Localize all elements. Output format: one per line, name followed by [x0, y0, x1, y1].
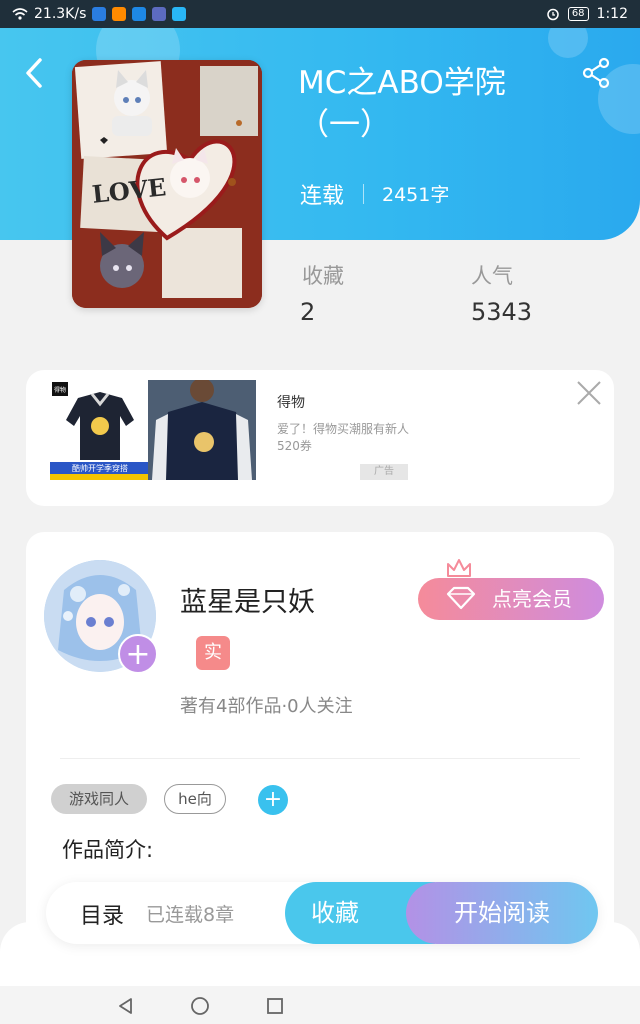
close-icon	[577, 381, 601, 405]
back-button[interactable]	[22, 56, 52, 92]
verified-badge: 实	[196, 636, 230, 670]
serial-status: 连载	[300, 184, 345, 209]
wifi-icon	[12, 8, 28, 20]
ad-image-model	[148, 380, 256, 480]
crown-icon	[447, 559, 471, 577]
clock: 1:12	[596, 6, 628, 22]
app-notification-icon	[112, 7, 127, 21]
intro-label: 作品简介:	[62, 838, 154, 862]
popularity-label: 人气	[471, 264, 513, 288]
app-notification-icon	[132, 7, 147, 21]
author-name[interactable]: 蓝星是只妖	[180, 580, 315, 619]
ad-image-caption: 酷帅开学季穿搭	[72, 463, 128, 473]
nav-back-icon[interactable]	[116, 996, 136, 1016]
app-notification-icon	[172, 7, 187, 21]
toc-button[interactable]: 目录	[80, 898, 124, 930]
network-speed: 21.3K/s	[34, 6, 87, 22]
favorites-label: 收藏	[302, 264, 344, 288]
book-title: MC之ABO学院 （一）	[298, 62, 598, 146]
tag-item[interactable]: he向	[164, 784, 226, 814]
diamond-icon	[446, 586, 476, 610]
author-meta: 著有4部作品·0人关注	[180, 696, 353, 717]
ad-close-button[interactable]	[574, 378, 604, 408]
nav-home-icon[interactable]	[190, 996, 210, 1016]
follow-button[interactable]: +	[118, 634, 158, 674]
add-tag-button[interactable]: +	[258, 785, 288, 815]
book-cover[interactable]: LOVE	[72, 60, 262, 308]
ad-banner[interactable]: 得物 酷帅开学季穿搭 得物 爱了！得物买潮服有新人520券 广告	[26, 370, 614, 506]
divider	[363, 184, 364, 204]
chapter-count[interactable]: 已连载8章	[146, 900, 234, 927]
ad-description: 爱了！得物买潮服有新人520券	[277, 422, 410, 453]
nav-recents-icon[interactable]	[265, 996, 285, 1016]
ad-image-jacket: 得物 酷帅开学季穿搭	[50, 380, 150, 480]
word-count: 2451字	[382, 184, 450, 206]
book-title-main: MC之ABO学院	[298, 65, 506, 101]
ad-brand-logo: 得物	[54, 386, 66, 394]
tag-item[interactable]: 游戏同人	[51, 784, 147, 814]
start-reading-button[interactable]: 开始阅读	[406, 882, 598, 944]
decor-bubble	[548, 28, 588, 58]
divider	[60, 758, 580, 759]
alarm-icon	[547, 8, 559, 21]
system-nav-bar	[0, 986, 640, 1024]
popularity-count: 5343	[471, 298, 533, 326]
favorites-count: 2	[300, 298, 316, 326]
battery-icon: 68	[567, 7, 589, 21]
app-notification-icon	[92, 7, 107, 21]
book-title-sub: （一）	[298, 107, 391, 143]
ad-title: 得物	[277, 395, 305, 411]
ad-label: 广告	[360, 464, 408, 480]
cover-illustration: LOVE	[72, 60, 262, 308]
status-bar: 21.3K/s 68 1:12	[0, 0, 640, 28]
app-notification-icon	[152, 7, 167, 21]
chevron-left-icon	[26, 58, 42, 88]
